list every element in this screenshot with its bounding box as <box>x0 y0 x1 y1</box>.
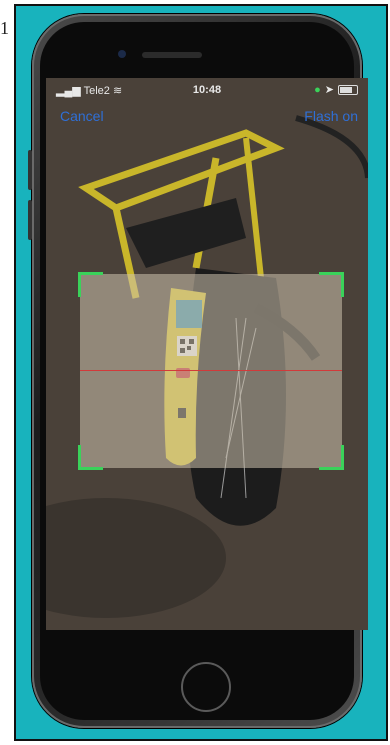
cancel-button[interactable]: Cancel <box>60 108 104 124</box>
nav-bar: Cancel Flash on <box>46 102 368 130</box>
scan-corner-bottom-right <box>319 445 344 470</box>
frame-corner-mark: 1 <box>0 18 9 38</box>
scan-corner-top-left <box>78 272 103 297</box>
volume-button <box>28 200 32 240</box>
camera-scanner-screen: ▂▄▆ Tele2 ≋ 10:48 ● ➤ Cancel Flash on <box>46 78 368 630</box>
scan-corner-bottom-left <box>78 445 103 470</box>
status-bar: ▂▄▆ Tele2 ≋ 10:48 ● ➤ <box>46 78 368 100</box>
earpiece-speaker <box>142 52 202 58</box>
volume-button <box>28 150 32 190</box>
flash-toggle-button[interactable]: Flash on <box>304 108 358 124</box>
scan-line <box>80 370 342 371</box>
scan-frame <box>78 272 344 470</box>
battery-icon <box>338 84 358 95</box>
location-icon: ● <box>314 83 321 96</box>
home-button[interactable] <box>181 662 231 712</box>
scan-corner-top-right <box>319 272 344 297</box>
location-icon: ➤ <box>324 84 334 96</box>
front-camera <box>118 50 126 58</box>
status-right: ● ➤ <box>314 83 358 96</box>
